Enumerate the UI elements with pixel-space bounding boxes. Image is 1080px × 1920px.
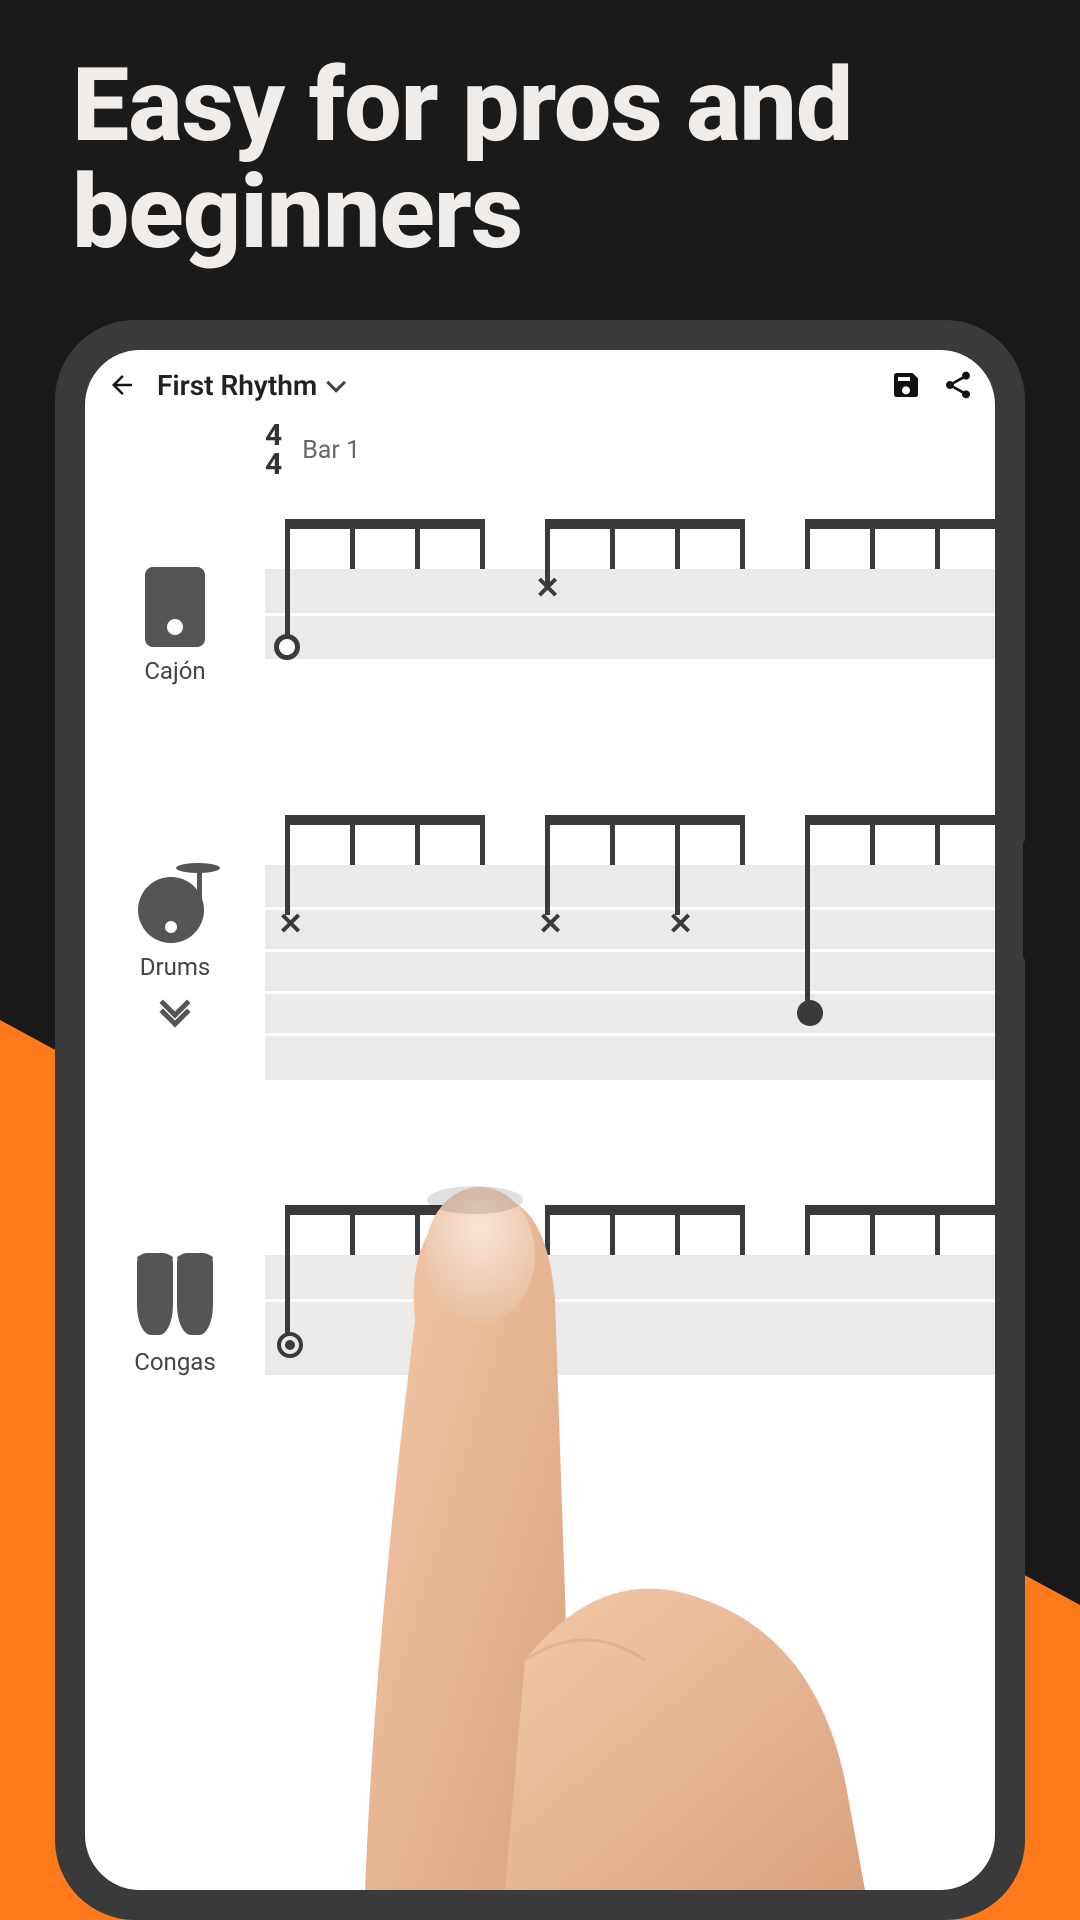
cajon-icon <box>145 567 205 647</box>
stem <box>415 815 420 865</box>
beam <box>285 519 485 529</box>
track-drums: Drums <box>85 815 995 1075</box>
staff-line <box>265 1033 995 1036</box>
track-congas: Congas <box>85 1205 995 1376</box>
stem <box>740 815 745 865</box>
stem <box>805 519 810 569</box>
stem <box>350 519 355 569</box>
share-icon <box>942 369 974 401</box>
tracks-container: Cajón <box>85 519 995 1376</box>
stem <box>805 1205 810 1255</box>
phone-side-button <box>1023 840 1033 960</box>
stem <box>480 519 485 569</box>
staff-bg <box>265 865 995 1080</box>
beam <box>545 815 745 825</box>
stem <box>545 815 550 915</box>
stem <box>285 815 290 915</box>
beam <box>805 1205 995 1215</box>
project-title-label: First Rhythm <box>157 369 317 402</box>
stem <box>935 1205 940 1255</box>
stem <box>935 519 940 569</box>
stem <box>740 1205 745 1255</box>
staff-line <box>265 613 995 616</box>
save-icon <box>890 369 922 401</box>
beam <box>805 519 995 529</box>
share-button[interactable] <box>941 368 975 402</box>
stem <box>480 1205 485 1255</box>
congas-icon <box>135 1253 215 1338</box>
staff-line <box>265 949 995 952</box>
notation-cajon[interactable]: ✕ <box>265 519 995 679</box>
stem <box>675 815 680 915</box>
instrument-drums[interactable]: Drums <box>105 863 245 1025</box>
stem <box>285 519 290 637</box>
note-target[interactable] <box>277 1332 303 1358</box>
note-x[interactable]: ✕ <box>278 913 302 937</box>
beam <box>805 815 995 825</box>
time-signature[interactable]: 4 4 <box>265 422 282 479</box>
stem <box>870 815 875 865</box>
expand-toggle[interactable] <box>161 1005 189 1025</box>
timesig-bottom: 4 <box>265 451 282 480</box>
stem <box>610 519 615 569</box>
app-toolbar: First Rhythm <box>85 350 995 416</box>
stem <box>545 1205 550 1255</box>
notation-congas[interactable] <box>265 1205 995 1365</box>
bar-label: Bar 1 <box>302 436 360 465</box>
stem <box>415 1205 420 1255</box>
beam <box>545 519 745 529</box>
stem <box>740 519 745 569</box>
stem <box>350 815 355 865</box>
note-x[interactable]: ✕ <box>538 913 562 937</box>
track-cajon: Cajón <box>85 519 995 685</box>
bar-info: 4 4 Bar 1 <box>265 422 995 479</box>
staff-bg <box>265 1255 995 1375</box>
drums-icon <box>130 863 220 943</box>
instrument-drums-label: Drums <box>140 953 211 981</box>
note-filled[interactable] <box>797 1000 823 1026</box>
notation-drums[interactable]: ✕ ✕ ✕ <box>265 815 995 1075</box>
note-open[interactable] <box>274 634 300 660</box>
instrument-congas-label: Congas <box>134 1348 215 1376</box>
beam <box>545 1205 745 1215</box>
stem <box>610 815 615 865</box>
stem <box>870 1205 875 1255</box>
project-title-dropdown[interactable]: First Rhythm <box>157 369 341 402</box>
staff-line <box>265 1299 995 1302</box>
stem <box>805 815 810 1010</box>
staff-line <box>265 907 995 910</box>
stem <box>675 1205 680 1255</box>
chevron-down-icon <box>326 373 346 393</box>
instrument-cajon-label: Cajón <box>144 657 205 685</box>
stem <box>675 519 680 569</box>
beam <box>285 815 485 825</box>
stem <box>610 1205 615 1255</box>
staff-line <box>265 991 995 994</box>
stem <box>415 519 420 569</box>
stem <box>350 1205 355 1255</box>
save-button[interactable] <box>889 368 923 402</box>
note-x[interactable]: ✕ <box>535 577 559 601</box>
beam <box>285 1205 485 1215</box>
phone-frame: First Rhythm 4 4 <box>55 320 1025 1920</box>
back-button[interactable] <box>105 368 139 402</box>
stem <box>870 519 875 569</box>
instrument-cajon[interactable]: Cajón <box>105 567 245 685</box>
app-screen: First Rhythm 4 4 <box>85 350 995 1890</box>
stem <box>285 1205 290 1335</box>
stem <box>480 815 485 865</box>
instrument-congas[interactable]: Congas <box>105 1253 245 1376</box>
note-x[interactable]: ✕ <box>668 913 692 937</box>
arrow-left-icon <box>107 370 137 400</box>
stem <box>935 815 940 865</box>
promo-headline: Easy for pros and beginners <box>72 52 1040 266</box>
